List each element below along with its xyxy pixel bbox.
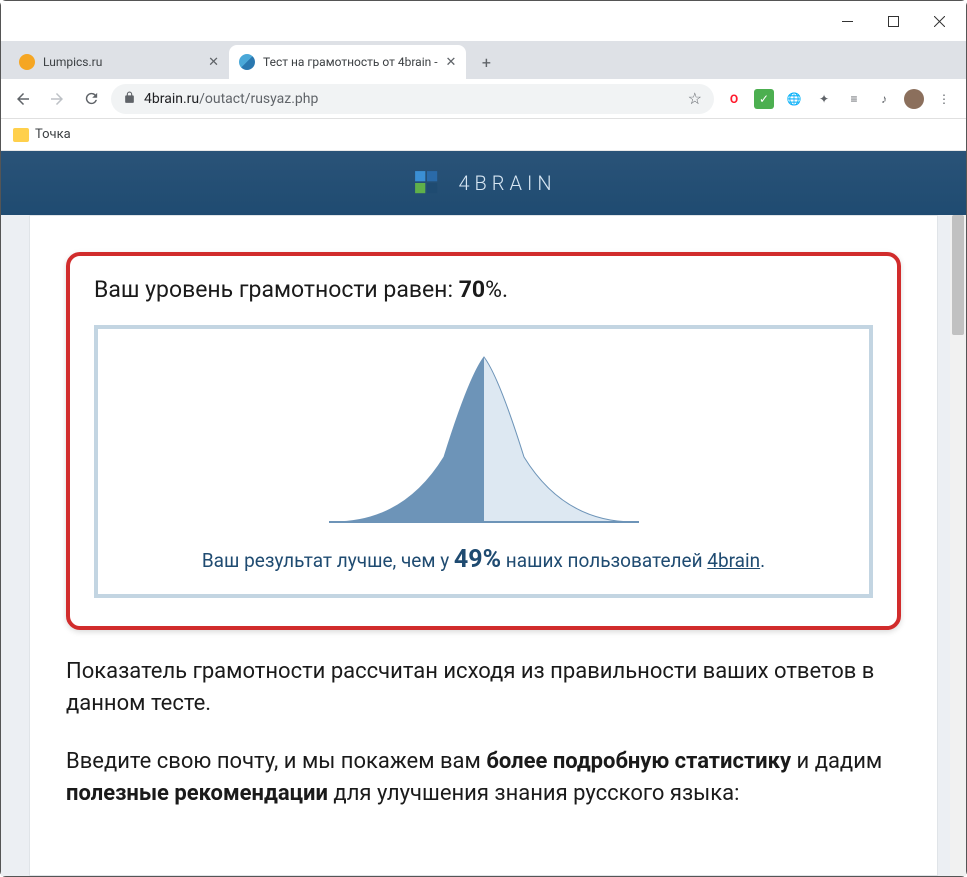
globe-ext-icon[interactable]: 🌐 — [784, 89, 804, 109]
maximize-button[interactable] — [870, 5, 916, 37]
explanation-paragraph: Показатель грамотности рассчитан исходя … — [66, 656, 901, 720]
minimize-button[interactable] — [824, 5, 870, 37]
distribution-chart — [108, 347, 859, 527]
cta-bold-2: полезные рекомендации — [66, 781, 328, 806]
result-headline: Ваш уровень грамотности равен: 70%. — [94, 276, 873, 303]
vertical-scrollbar[interactable] — [950, 215, 966, 876]
tab-lumpics[interactable]: Lumpics.ru ✕ — [9, 45, 229, 79]
cta-bold-1: более подробную статистику — [486, 749, 791, 774]
page-content: Ваш уровень грамотности равен: 70%. Ваш … — [29, 215, 938, 876]
note-ext-icon[interactable]: ♪ — [874, 89, 894, 109]
tab-title: Тест на грамотность от 4brain - — [263, 55, 438, 69]
cta-paragraph: Введите свою почту, и мы покажем вам бол… — [66, 746, 901, 810]
url-text: 4brain.ru/outact/rusyaz.php — [144, 91, 680, 107]
back-button[interactable] — [9, 85, 37, 113]
caption-end: . — [760, 549, 765, 572]
cta-text-c: и дадим — [791, 749, 882, 774]
scrollbar-thumb[interactable] — [952, 215, 964, 335]
cta-text-e: для улучшения знания русского языка: — [328, 781, 739, 806]
avatar-icon[interactable] — [904, 89, 924, 109]
url-path: /outact/rusyaz.php — [199, 91, 318, 107]
reload-button[interactable] — [77, 85, 105, 113]
list-ext-icon[interactable]: ≡ — [844, 89, 864, 109]
result-highlight-box: Ваш уровень грамотности равен: 70%. Ваш … — [66, 252, 901, 630]
tab-4brain[interactable]: Тест на грамотность от 4brain - ✕ — [229, 45, 466, 79]
percent-value: 70 — [459, 276, 485, 303]
bookmarks-bar: Точка — [1, 119, 966, 151]
lock-icon — [123, 91, 136, 107]
check-ext-icon[interactable]: ✓ — [754, 89, 774, 109]
page-viewport: 4BRAIN Ваш уровень грамотности равен: 70… — [1, 151, 966, 876]
caption-prefix: Ваш результат лучше, чем у — [202, 549, 454, 572]
brand-name: 4BRAIN — [458, 171, 556, 195]
favicon-icon — [239, 54, 255, 70]
bookmark-label: Точка — [35, 127, 71, 142]
close-tab-icon[interactable]: ✕ — [446, 55, 457, 70]
url-host: 4brain.ru — [144, 91, 199, 107]
bookmark-star-icon[interactable]: ☆ — [688, 89, 702, 108]
chart-caption: Ваш результат лучше, чем у 49% наших пол… — [108, 545, 859, 574]
extension-icons: O ✓ 🌐 ✦ ≡ ♪ ⋮ — [720, 89, 958, 109]
headline-prefix: Ваш уровень грамотности равен: — [94, 276, 459, 303]
site-header: 4BRAIN — [1, 151, 966, 215]
browser-window: Lumpics.ru ✕ Тест на грамотность от 4bra… — [0, 0, 967, 877]
caption-percent: 49% — [454, 545, 501, 574]
bookmark-folder[interactable]: Точка — [13, 127, 71, 142]
close-tab-icon[interactable]: ✕ — [208, 55, 219, 70]
menu-icon[interactable]: ⋮ — [934, 89, 954, 109]
percent-suffix: %. — [485, 276, 508, 303]
caption-suffix: наших пользователей — [501, 549, 707, 572]
browser-toolbar: 4brain.ru/outact/rusyaz.php ☆ O ✓ 🌐 ✦ ≡ … — [1, 79, 966, 119]
address-bar[interactable]: 4brain.ru/outact/rusyaz.php ☆ — [111, 84, 714, 114]
window-titlebar — [1, 1, 966, 41]
tab-title: Lumpics.ru — [43, 55, 200, 69]
folder-icon — [13, 128, 29, 142]
forward-button[interactable] — [43, 85, 71, 113]
opera-ext-icon[interactable]: O — [724, 89, 744, 109]
favicon-icon — [19, 54, 35, 70]
chart-container: Ваш результат лучше, чем у 49% наших пол… — [94, 325, 873, 598]
cta-text-a: Введите свою почту, и мы покажем вам — [66, 749, 486, 774]
new-tab-button[interactable]: + — [472, 48, 500, 76]
logo-icon[interactable] — [410, 166, 444, 200]
puzzle-ext-icon[interactable]: ✦ — [814, 89, 834, 109]
tab-strip: Lumpics.ru ✕ Тест на грамотность от 4bra… — [1, 41, 966, 79]
caption-link[interactable]: 4brain — [707, 549, 760, 572]
close-window-button[interactable] — [916, 5, 962, 37]
